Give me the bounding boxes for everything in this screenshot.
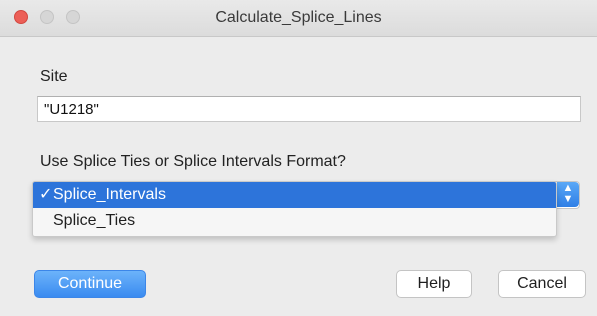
format-question-label: Use Splice Ties or Splice Intervals Form…	[40, 153, 346, 170]
site-input[interactable]	[37, 96, 581, 122]
select-stepper-icon[interactable]: ▲ ▼	[557, 182, 579, 207]
checkmark-icon: ✓	[39, 186, 53, 203]
continue-button[interactable]: Continue	[34, 270, 146, 298]
option-label: Splice_Intervals	[53, 186, 166, 203]
option-label: Splice_Ties	[53, 212, 136, 229]
option-splice-intervals[interactable]: ✓Splice_Intervals	[33, 182, 556, 208]
site-label: Site	[40, 68, 68, 85]
format-dropdown-menu: ✓Splice_Intervals Splice_Ties	[32, 181, 557, 237]
title-bar: Calculate_Splice_Lines	[0, 0, 597, 37]
help-button[interactable]: Help	[396, 270, 472, 298]
option-splice-ties[interactable]: Splice_Ties	[33, 208, 556, 234]
window-title: Calculate_Splice_Lines	[215, 9, 382, 26]
cancel-button[interactable]: Cancel	[498, 270, 586, 298]
